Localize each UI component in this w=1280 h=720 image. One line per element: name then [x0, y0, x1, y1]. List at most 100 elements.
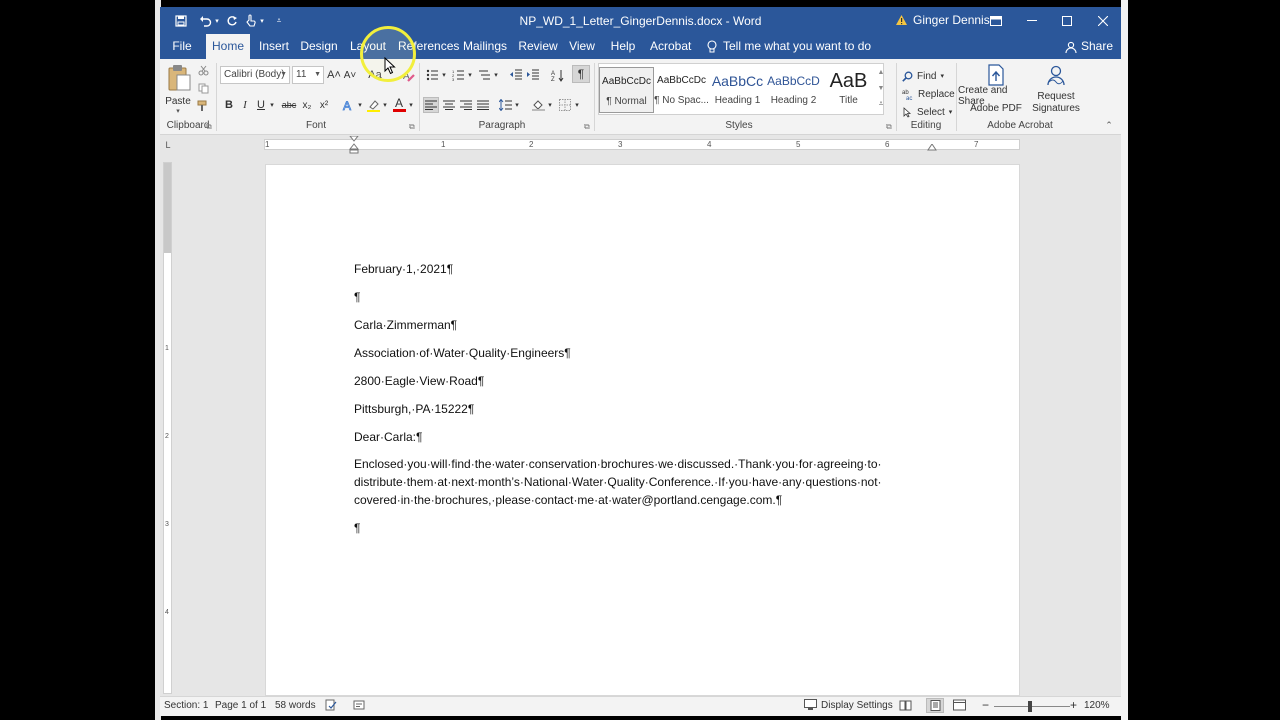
tab-selector-icon[interactable]: L [163, 139, 173, 150]
copy-icon[interactable] [196, 81, 210, 95]
blank-paragraph[interactable]: ¶ [354, 521, 360, 535]
tab-acrobat[interactable]: Acrobat [650, 34, 691, 59]
tab-view[interactable]: View [568, 34, 596, 59]
increase-indent-icon[interactable] [525, 67, 541, 83]
font-color-button[interactable]: A [391, 95, 407, 113]
tab-file[interactable]: File [168, 34, 196, 59]
document-page[interactable]: February·1,·2021¶ ¶ Carla·Zimmerman¶ Ass… [265, 164, 1020, 696]
align-right-icon[interactable] [458, 97, 474, 113]
select-dropdown-icon[interactable]: ▾ [949, 108, 953, 116]
align-left-icon[interactable] [423, 97, 439, 113]
bullets-icon[interactable] [424, 67, 440, 83]
request-signatures-icon[interactable] [1044, 63, 1068, 87]
user-account[interactable]: Ginger Dennis [895, 13, 990, 27]
recipient-organization[interactable]: Association·of·Water·Quality·Engineers¶ [354, 346, 571, 360]
style-normal[interactable]: AaBbCcDc ¶ Normal [599, 67, 654, 113]
find-dropdown-icon[interactable]: ▾ [940, 72, 944, 80]
shrink-font-button[interactable]: A˅ [343, 67, 357, 83]
font-size-combo[interactable]: 11 ▼ [292, 66, 324, 84]
clipboard-launcher-icon[interactable]: ⧉ [206, 122, 212, 132]
recipient-street[interactable]: 2800·Eagle·View·Road¶ [354, 374, 484, 388]
create-share-pdf-line1[interactable]: Create and Share [958, 85, 1034, 107]
horizontal-ruler[interactable]: L 1 1 2 3 4 5 6 7 [160, 135, 1121, 155]
paste-button[interactable]: Paste [164, 95, 192, 107]
line-spacing-dropdown-icon[interactable]: ▾ [513, 97, 521, 113]
undo-dropdown-icon[interactable]: ▾ [213, 7, 221, 34]
word-count[interactable]: 58 words [275, 700, 316, 711]
proofing-icon[interactable] [325, 699, 337, 714]
ribbon-display-options-icon[interactable] [978, 7, 1014, 34]
text-effects-icon[interactable]: A [340, 97, 356, 113]
customize-qat-icon[interactable]: ⩡ [272, 7, 286, 34]
bullets-dropdown-icon[interactable]: ▾ [440, 67, 448, 83]
recipient-city[interactable]: Pittsburgh,·PA·15222¶ [354, 402, 474, 416]
style-heading-1[interactable]: AaBbCc Heading 1 [710, 67, 765, 113]
find-button[interactable]: Find ▾ [902, 69, 944, 83]
chevron-down-icon[interactable]: ▼ [280, 67, 287, 83]
collapse-ribbon-icon[interactable]: ⌃ [1102, 119, 1116, 131]
chevron-down-icon[interactable]: ▼ [314, 67, 321, 83]
create-pdf-icon[interactable] [986, 63, 1006, 87]
tab-design[interactable]: Design [300, 34, 338, 59]
create-share-pdf-line2[interactable]: Adobe PDF [958, 102, 1034, 114]
style-heading-2[interactable]: AaBbCcD Heading 2 [766, 67, 821, 113]
read-mode-icon[interactable] [899, 699, 912, 714]
indent-marker-icon[interactable] [349, 136, 359, 154]
zoom-slider[interactable] [994, 706, 1070, 707]
line-spacing-icon[interactable] [497, 97, 513, 113]
paste-icon[interactable] [166, 63, 192, 93]
page-indicator[interactable]: Page 1 of 1 [215, 700, 266, 711]
style-title[interactable]: AaB Title [821, 67, 876, 113]
tab-help[interactable]: Help [606, 34, 640, 59]
right-indent-marker-icon[interactable] [927, 144, 937, 152]
font-name-combo[interactable]: Calibri (Body) ▼ [220, 66, 290, 84]
multilevel-dropdown-icon[interactable]: ▾ [492, 67, 500, 83]
decrease-indent-icon[interactable] [508, 67, 524, 83]
body-paragraph[interactable]: Enclosed·you·will·find·the·water·conserv… [354, 455, 914, 509]
highlighter-dropdown-icon[interactable]: ▾ [381, 97, 389, 113]
touch-mode-icon[interactable] [243, 7, 259, 34]
styles-launcher-icon[interactable]: ⧉ [886, 122, 892, 132]
borders-icon[interactable] [557, 97, 573, 113]
redo-icon[interactable] [223, 7, 241, 34]
macro-record-icon[interactable] [353, 699, 365, 714]
tab-insert[interactable]: Insert [256, 34, 292, 59]
minimize-button[interactable] [1014, 7, 1050, 34]
superscript-button[interactable]: x² [316, 97, 332, 113]
replace-button[interactable]: ab ac Replace [902, 87, 955, 101]
justify-icon[interactable] [475, 97, 491, 113]
share-button[interactable]: Share [1065, 34, 1113, 59]
numbering-icon[interactable]: 123 [450, 67, 466, 83]
zoom-in-button[interactable]: + [1070, 698, 1077, 712]
strikethrough-button[interactable]: abc [280, 97, 298, 113]
sort-icon[interactable]: AZ [549, 67, 565, 83]
paste-dropdown-icon[interactable]: ▾ [173, 107, 183, 115]
underline-dropdown-icon[interactable]: ▾ [268, 97, 276, 113]
shading-icon[interactable] [530, 97, 546, 113]
web-layout-icon[interactable] [953, 699, 966, 714]
highlighter-icon[interactable] [365, 97, 381, 113]
close-button[interactable] [1085, 7, 1121, 34]
show-formatting-marks-button[interactable]: ¶ [572, 65, 590, 83]
tab-home[interactable]: Home [206, 34, 250, 59]
underline-button[interactable]: U [254, 97, 268, 113]
bold-button[interactable]: B [222, 97, 236, 113]
multilevel-list-icon[interactable] [476, 67, 492, 83]
select-button[interactable]: Select ▾ [902, 105, 952, 119]
shading-dropdown-icon[interactable]: ▾ [546, 97, 554, 113]
touch-dropdown-icon[interactable]: ▾ [258, 7, 266, 34]
text-effects-dropdown-icon[interactable]: ▾ [356, 97, 364, 113]
request-signatures-line1[interactable]: Request [1034, 90, 1078, 102]
zoom-slider-thumb[interactable] [1028, 701, 1032, 712]
maximize-button[interactable] [1049, 7, 1085, 34]
chevron-up-icon[interactable]: ▲ [876, 65, 886, 79]
zoom-out-button[interactable]: − [982, 698, 989, 712]
borders-dropdown-icon[interactable]: ▾ [573, 97, 581, 113]
salutation[interactable]: Dear·Carla:¶ [354, 430, 422, 444]
subscript-button[interactable]: x₂ [299, 97, 315, 113]
display-settings-button[interactable]: Display Settings [804, 699, 893, 711]
letter-date[interactable]: February·1,·2021¶ [354, 262, 453, 276]
align-center-icon[interactable] [441, 97, 457, 113]
font-color-dropdown-icon[interactable]: ▾ [407, 97, 415, 113]
font-launcher-icon[interactable]: ⧉ [409, 122, 415, 132]
